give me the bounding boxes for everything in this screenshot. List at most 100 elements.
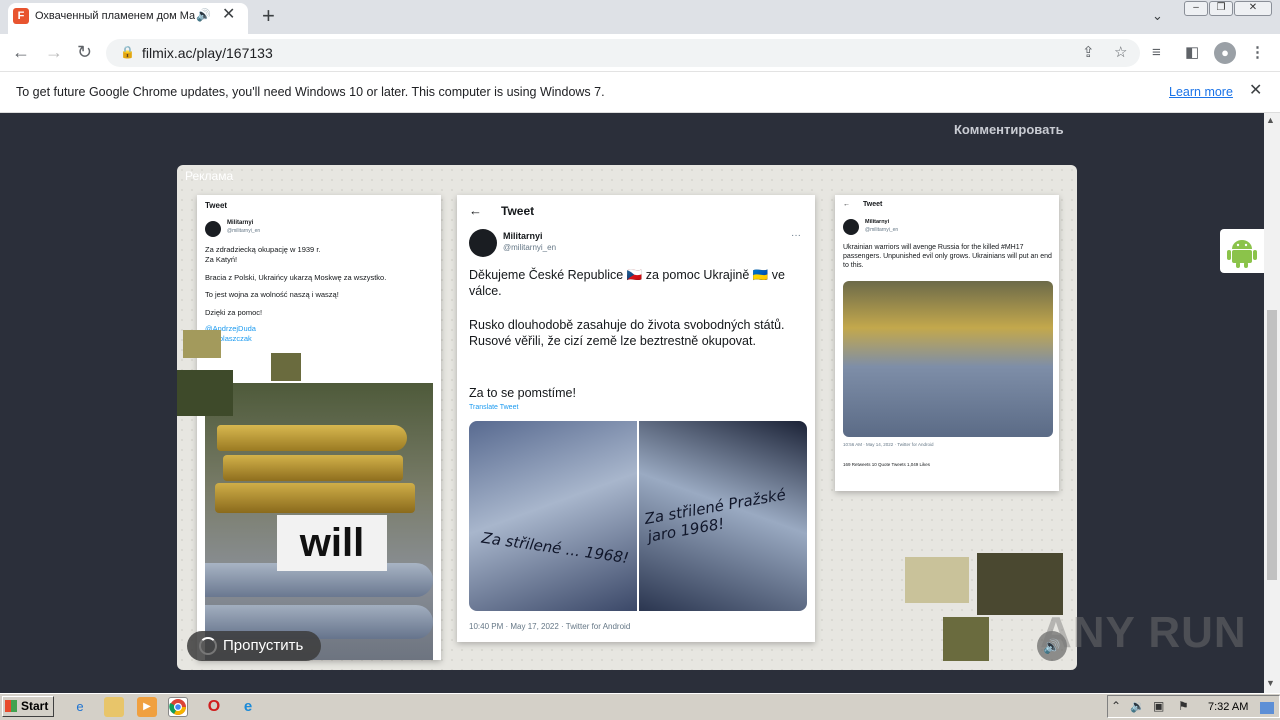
left-tweet-text: Za zdradziecką okupację w 1939 r. Za Kat…: [205, 245, 433, 343]
android-app-button[interactable]: [1220, 229, 1264, 273]
center-tweet-back-icon: ←: [469, 203, 482, 218]
chrome-icon: [169, 699, 186, 715]
windows-taskbar: [0, 693, 1280, 720]
forward-icon[interactable]: →: [45, 42, 63, 62]
camo-pixel-decoration: [183, 330, 221, 358]
chrome-taskbar-icon[interactable]: [168, 697, 188, 717]
center-tweet-handle: @militarnyi_en: [503, 243, 557, 252]
left-tweet-mention: @AndrzejDuda: [205, 323, 256, 333]
infobar-close-icon[interactable]: ✕: [1249, 82, 1262, 100]
tray-expand-icon[interactable]: ⌃: [1111, 699, 1121, 713]
favicon-icon: F: [13, 8, 29, 24]
show-desktop-icon[interactable]: [1260, 702, 1274, 714]
left-tweet-name: Militarnyi: [227, 220, 254, 226]
center-tweet-line2: Rusko dlouhodobě zasahuje do života svob…: [469, 318, 785, 349]
windows-logo-icon: [5, 700, 17, 712]
tab-search-chevron-icon[interactable]: ⌄: [1152, 8, 1163, 24]
tray-volume-icon[interactable]: 🔉: [1130, 699, 1145, 713]
right-tweet-shells-photo: [843, 281, 1053, 437]
profile-avatar-icon[interactable]: ●: [1214, 42, 1236, 64]
center-tweet-header: Tweet: [501, 204, 535, 218]
brass-shell: [223, 455, 403, 481]
left-tweet-header: Tweet: [205, 201, 228, 210]
center-tweet-more-icon: ···: [791, 230, 801, 241]
ad-label: Реклама: [185, 169, 234, 183]
camo-pixel-decoration: [271, 353, 301, 381]
right-tweet-stats: 169 Retweets 10 Quote Tweets 1,049 Likes: [843, 462, 930, 467]
camo-pixel-decoration: [177, 370, 233, 416]
media-control-icon[interactable]: ≡: [1152, 45, 1161, 61]
side-panel-icon[interactable]: ◧: [1185, 45, 1199, 61]
url-text[interactable]: filmix.ac/play/167133: [142, 45, 273, 61]
left-tweet-line: Bracia z Polski, Ukraińcy ukarzą Moskwę …: [205, 272, 387, 282]
left-tweet-shells-photo: will: [205, 383, 433, 660]
new-tab-icon[interactable]: +: [262, 5, 275, 27]
internet-explorer-icon[interactable]: e: [70, 697, 90, 717]
scroll-up-arrow-icon[interactable]: ▲: [1266, 115, 1275, 125]
scroll-down-arrow-icon[interactable]: ▼: [1266, 678, 1275, 688]
tab-title: Охваченный пламенем дом Ма: [35, 10, 195, 22]
center-tweet-line1: Děkujeme České Republice 🇨🇿 za pomoc Ukr…: [469, 268, 785, 299]
left-tweet-line: Dzięki za pomoc!: [205, 308, 263, 317]
camo-pixel-decoration: [905, 557, 969, 603]
overlay-word: will: [299, 521, 365, 565]
right-tweet-header: Tweet: [863, 201, 883, 208]
center-tweet-image-right: Za střilené Pražské jaro 1968!: [639, 421, 807, 611]
infobar-message: To get future Google Chrome updates, you…: [16, 85, 605, 99]
tab-close-icon[interactable]: ✕: [222, 6, 235, 24]
center-tweet-line3: Za to se pomstíme!: [469, 386, 576, 400]
image-right-handwriting: Za střilené Pražské jaro 1968!: [643, 485, 788, 546]
share-icon[interactable]: ⇪: [1082, 45, 1095, 61]
right-tweet-text: Ukrainian warriors will avenge Russia fo…: [843, 244, 1052, 270]
right-tweet-avatar: [843, 219, 859, 235]
right-tweet-card: ← Tweet Militarnyi @militarnyi_en Ukrain…: [835, 195, 1059, 491]
overlay-word-box: will: [277, 515, 387, 571]
center-tweet-name: Militarnyi: [503, 231, 543, 241]
comment-link[interactable]: Комментировать: [954, 122, 1064, 137]
right-tweet-meta: 10:56 AM · May 14, 2022 · Twitter for An…: [843, 442, 934, 447]
tray-flag-icon[interactable]: ⚑: [1178, 699, 1189, 713]
menu-kebab-icon[interactable]: ⋮: [1250, 45, 1265, 61]
left-tweet-card: Tweet Militarnyi @militarnyi_en Za zdrad…: [197, 195, 441, 660]
loading-spinner-icon: [199, 637, 217, 655]
tray-network-icon[interactable]: ▣: [1153, 699, 1164, 713]
edge-icon[interactable]: e: [238, 697, 258, 717]
left-tweet-mention: @mblaszczak: [205, 333, 252, 343]
translate-tweet-link: Translate Tweet: [469, 404, 519, 411]
file-explorer-icon[interactable]: [104, 697, 124, 717]
left-tweet-handle: @militarnyi_en: [227, 228, 261, 234]
back-icon[interactable]: ←: [12, 42, 30, 62]
brass-shell: [217, 425, 407, 451]
left-tweet-line: To jest wojna za wolność naszą i waszą!: [205, 290, 339, 300]
center-tweet-footer: 10:40 PM · May 17, 2022 · Twitter for An…: [469, 622, 631, 631]
left-tweet-line: Za Katyń!: [205, 254, 238, 264]
opera-icon[interactable]: O: [204, 697, 224, 717]
brass-shell: [215, 483, 415, 513]
audio-playing-icon[interactable]: 🔊: [196, 8, 211, 22]
image-left-handwriting: Za střilené ... 1968!: [480, 528, 630, 568]
media-player-icon[interactable]: ▶: [137, 697, 157, 717]
right-tweet-handle: @militarnyi_en: [865, 227, 899, 233]
learn-more-link[interactable]: Learn more: [1169, 84, 1233, 100]
camo-pixel-decoration: [977, 553, 1063, 615]
lock-icon[interactable]: 🔒: [120, 45, 135, 59]
close-window-button[interactable]: ✕: [1234, 1, 1272, 16]
minimize-button[interactable]: –: [1184, 1, 1208, 16]
restore-button[interactable]: ❐: [1209, 1, 1233, 16]
taskbar-clock[interactable]: 7:32 AM: [1208, 700, 1248, 714]
center-tweet-image-left: Za střilené ... 1968!: [469, 421, 637, 611]
skip-ad-button[interactable]: Пропустить: [187, 631, 321, 661]
skip-ad-label: Пропустить: [223, 637, 304, 654]
bookmark-star-icon[interactable]: ☆: [1114, 45, 1127, 61]
reload-icon[interactable]: ↻: [77, 42, 92, 62]
android-icon: [1227, 240, 1257, 268]
left-tweet-line: Za zdradziecką okupację w 1939 r.: [205, 245, 321, 254]
center-tweet-avatar: [469, 229, 497, 257]
camo-pixel-decoration: [943, 617, 989, 661]
scrollbar-thumb[interactable]: [1267, 310, 1277, 580]
video-ad-player[interactable]: Tweet Militarnyi @militarnyi_en Za zdrad…: [177, 165, 1077, 670]
center-tweet-card: ← Tweet Militarnyi @militarnyi_en ··· Dě…: [457, 195, 815, 642]
anyrun-watermark: ANY RUN: [1040, 608, 1247, 657]
left-tweet-avatar: [205, 221, 221, 237]
right-tweet-back-icon: ←: [843, 201, 850, 208]
